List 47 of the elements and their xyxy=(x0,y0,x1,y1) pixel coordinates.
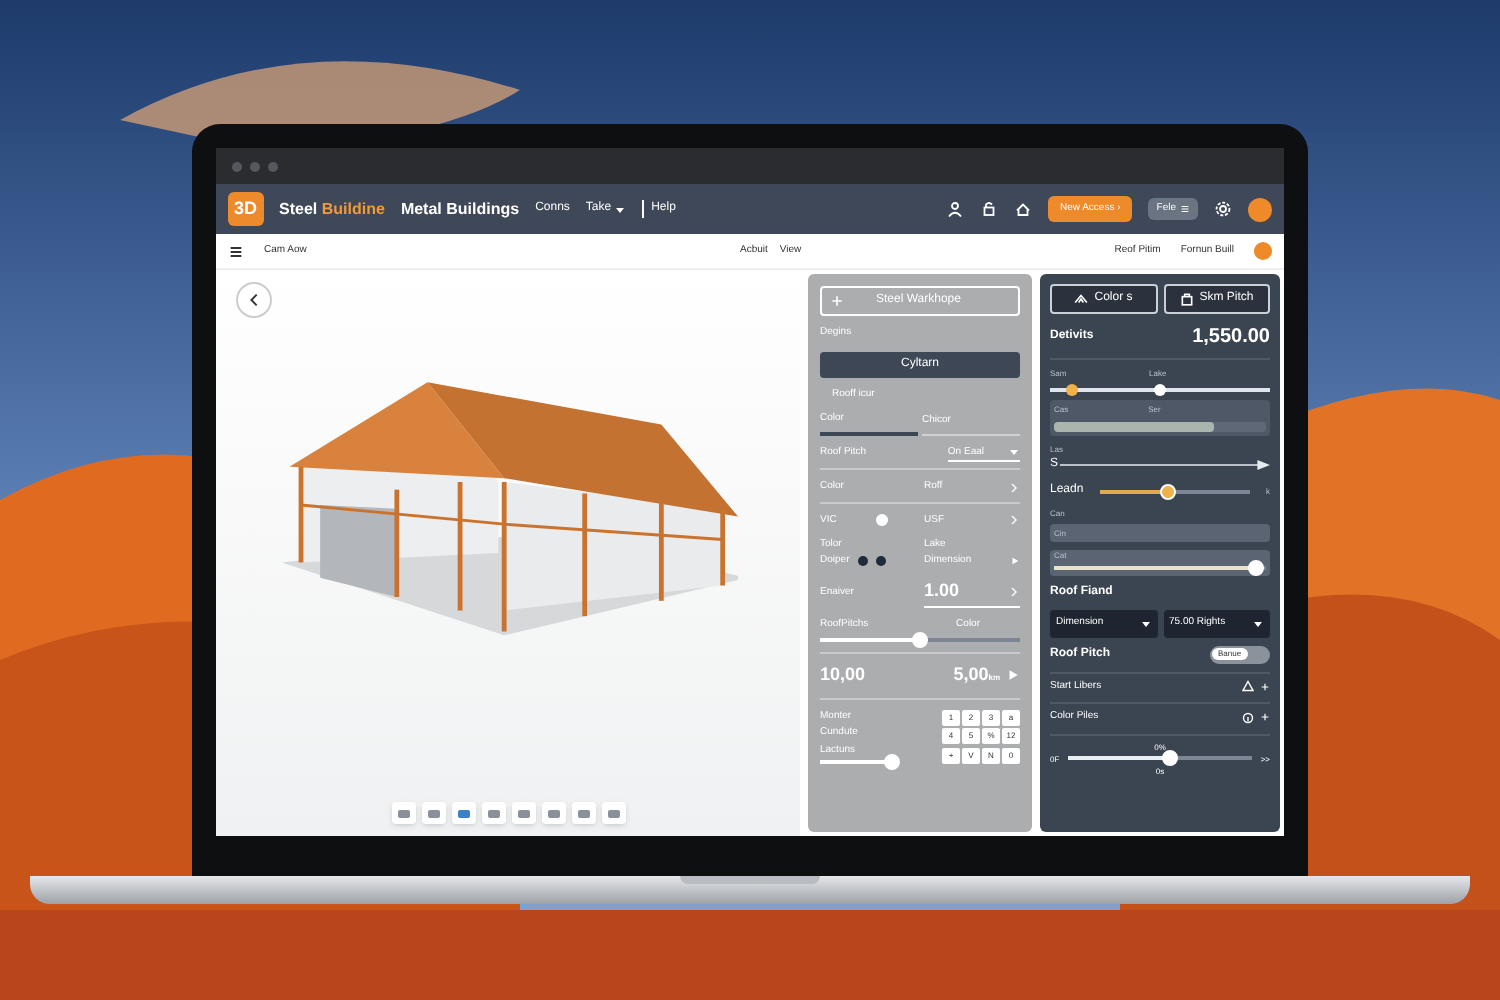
viewer-tool-icon[interactable] xyxy=(511,802,535,824)
viewer-tool-icon[interactable] xyxy=(541,802,565,824)
warning-icon xyxy=(1242,680,1254,693)
lock-icon[interactable] xyxy=(979,200,998,218)
chevron-icon xyxy=(1008,481,1020,494)
back-icon xyxy=(246,292,262,308)
arrow-line-icon xyxy=(1060,460,1270,470)
settings-icon[interactable] xyxy=(1214,200,1232,218)
play-icon xyxy=(1010,555,1020,566)
menu-icon xyxy=(1180,204,1190,214)
plus-icon xyxy=(1260,712,1270,723)
app-logo: 3D xyxy=(228,191,264,227)
slider-thumb[interactable] xyxy=(1154,383,1166,395)
user-icon[interactable] xyxy=(945,200,964,218)
play-icon[interactable] xyxy=(1006,668,1020,683)
plus-icon xyxy=(830,294,844,308)
plus-icon xyxy=(1260,681,1270,692)
slider-thumb[interactable] xyxy=(884,754,900,770)
viewer-tool-icon[interactable] xyxy=(391,802,415,824)
total-price: 1,550.00 xyxy=(1192,324,1270,352)
caret-icon xyxy=(1008,446,1020,459)
app-title: Metal Buildings xyxy=(400,197,520,221)
info-icon xyxy=(1242,711,1254,724)
slider-thumb[interactable] xyxy=(912,632,928,648)
viewer-tool-icon[interactable] xyxy=(481,802,505,824)
slider-thumb[interactable] xyxy=(1161,749,1178,765)
total-value: 10,00 xyxy=(820,662,866,688)
number-value: 1.00 xyxy=(924,578,960,604)
chevron-icon xyxy=(1008,514,1020,527)
slider-thumb[interactable] xyxy=(1247,560,1264,576)
viewer-tool-icon[interactable] xyxy=(571,802,595,824)
viewer-tool-icon[interactable] xyxy=(421,802,445,824)
slider-thumb[interactable] xyxy=(1066,383,1078,395)
back-button[interactable] xyxy=(236,282,272,318)
caret-icon xyxy=(1139,617,1151,630)
avatar[interactable] xyxy=(1248,197,1272,221)
caret-icon xyxy=(1252,617,1264,630)
bag-icon xyxy=(1179,292,1194,306)
viewer-tool-icon[interactable] xyxy=(451,802,475,824)
viewer-tool-icon[interactable] xyxy=(601,802,625,824)
house-icon[interactable] xyxy=(1013,200,1032,218)
slider-thumb[interactable] xyxy=(1159,483,1176,499)
chevron-icon xyxy=(1008,585,1020,598)
account-icon[interactable] xyxy=(1254,242,1272,260)
brand-name: Steel Buildine xyxy=(279,197,385,221)
menu-icon[interactable] xyxy=(228,243,244,259)
roof-icon xyxy=(1074,292,1089,306)
